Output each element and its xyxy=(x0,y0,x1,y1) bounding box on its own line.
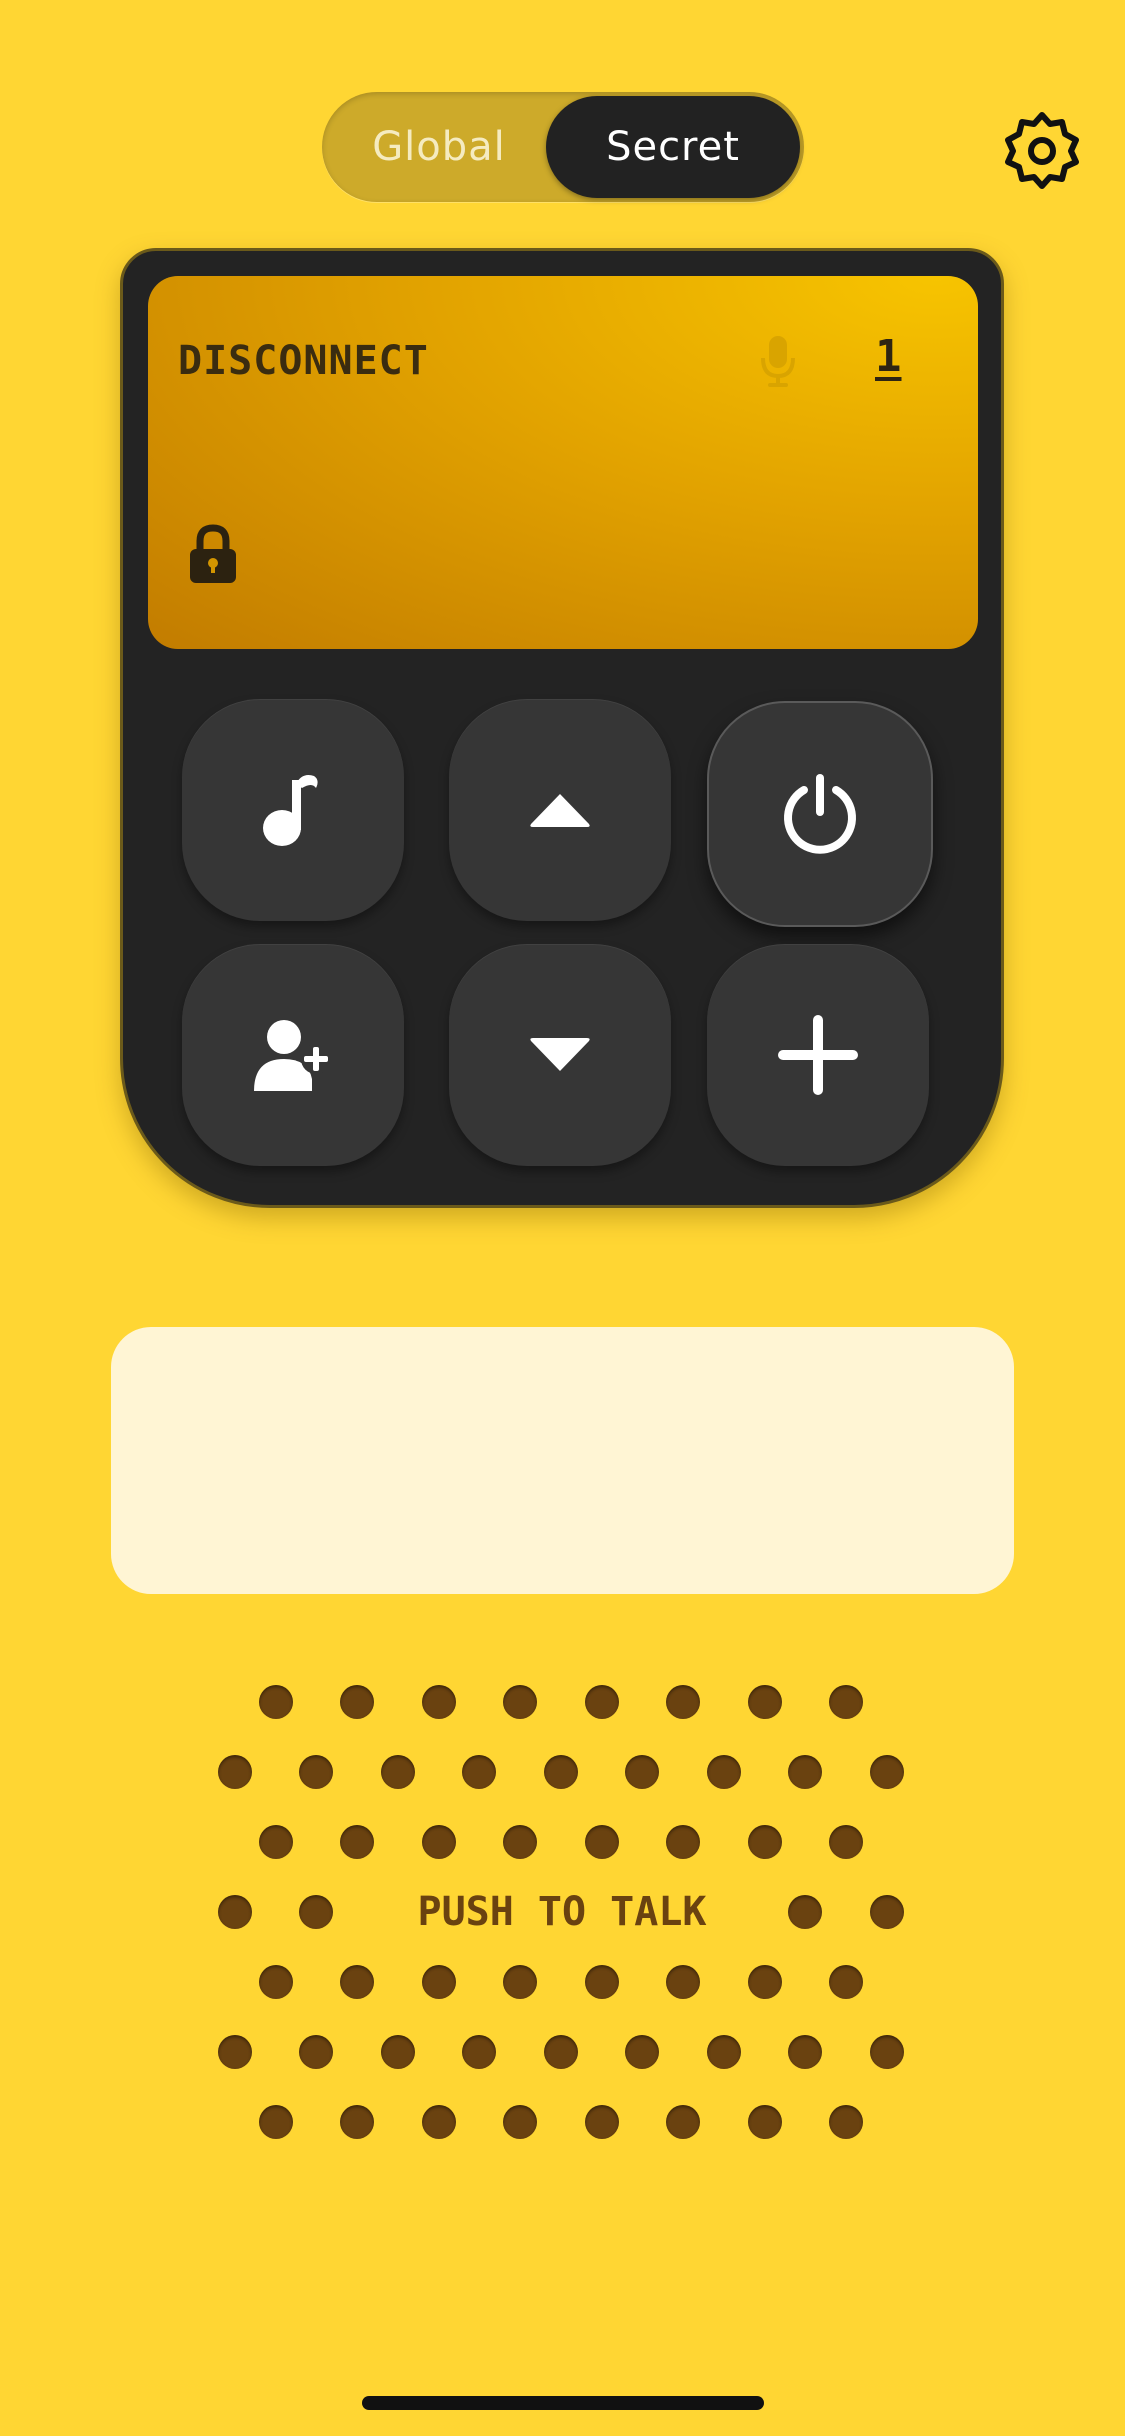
power-icon xyxy=(784,774,856,854)
mode-toggle: Global Secret xyxy=(322,92,804,202)
microphone-icon xyxy=(761,336,795,387)
speaker-hole xyxy=(748,1685,782,1719)
speaker-hole xyxy=(340,1965,374,1999)
speaker-hole xyxy=(340,1825,374,1859)
speaker-hole xyxy=(625,2035,659,2069)
speaker-hole xyxy=(422,2105,456,2139)
caret-up-icon xyxy=(530,794,590,827)
speaker-hole xyxy=(748,1965,782,1999)
speaker-hole xyxy=(422,1965,456,1999)
speaker-hole xyxy=(462,1755,496,1789)
music-button[interactable] xyxy=(182,699,404,921)
speaker-hole xyxy=(503,1685,537,1719)
channel-number: 1 xyxy=(875,331,902,382)
gear-icon xyxy=(1005,112,1079,189)
connection-status: DISCONNECT xyxy=(178,338,429,384)
speaker-hole xyxy=(381,2035,415,2069)
speaker-hole xyxy=(218,1755,252,1789)
speaker-hole xyxy=(829,2105,863,2139)
add-user-icon xyxy=(254,1020,331,1091)
speaker-hole xyxy=(748,1825,782,1859)
speaker-hole xyxy=(870,2035,904,2069)
speaker-hole xyxy=(381,1755,415,1789)
speaker-hole xyxy=(829,1685,863,1719)
message-box xyxy=(111,1327,1014,1594)
speaker-hole xyxy=(829,1965,863,1999)
speaker-hole xyxy=(666,1825,700,1859)
speaker-hole xyxy=(707,1755,741,1789)
speaker-hole xyxy=(259,1685,293,1719)
speaker-hole xyxy=(788,2035,822,2069)
settings-button[interactable] xyxy=(1003,111,1081,189)
speaker-hole xyxy=(870,1755,904,1789)
speaker-hole xyxy=(788,1895,822,1929)
channel-down-button[interactable] xyxy=(449,944,671,1166)
tab-secret[interactable]: Secret xyxy=(546,96,800,198)
speaker-hole xyxy=(544,1755,578,1789)
speaker-hole xyxy=(422,1685,456,1719)
speaker-hole xyxy=(585,2105,619,2139)
speaker-hole xyxy=(503,2105,537,2139)
speaker-hole xyxy=(340,2105,374,2139)
speaker-hole xyxy=(585,1965,619,1999)
speaker-hole xyxy=(218,1895,252,1929)
speaker-hole xyxy=(299,1895,333,1929)
speaker-hole xyxy=(503,1825,537,1859)
speaker-hole xyxy=(544,2035,578,2069)
speaker-hole xyxy=(462,2035,496,2069)
speaker-hole xyxy=(666,2105,700,2139)
speaker-hole xyxy=(585,1685,619,1719)
speaker-hole xyxy=(299,1755,333,1789)
speaker-hole xyxy=(422,1825,456,1859)
walkie-talkie-device: DISCONNECT 1 xyxy=(120,248,1004,1208)
speaker-hole xyxy=(259,1825,293,1859)
speaker-hole xyxy=(259,1965,293,1999)
speaker-hole xyxy=(218,2035,252,2069)
speaker-hole xyxy=(625,1755,659,1789)
channel-up-button[interactable] xyxy=(449,699,671,921)
speaker-hole xyxy=(870,1895,904,1929)
speaker-hole xyxy=(748,2105,782,2139)
push-to-talk-label: PUSH TO TALK xyxy=(417,1889,707,1935)
speaker-hole xyxy=(340,1685,374,1719)
speaker-hole xyxy=(666,1685,700,1719)
speaker-hole xyxy=(788,1755,822,1789)
tab-global[interactable]: Global xyxy=(326,96,552,198)
speaker-hole xyxy=(666,1965,700,1999)
speaker-hole xyxy=(707,2035,741,2069)
lock-icon xyxy=(190,524,236,583)
music-note-icon xyxy=(263,775,318,846)
speaker-hole xyxy=(259,2105,293,2139)
device-screen: DISCONNECT 1 xyxy=(148,276,978,649)
add-friend-button[interactable] xyxy=(182,944,404,1166)
power-button[interactable] xyxy=(707,701,933,927)
home-indicator xyxy=(362,2396,764,2410)
speaker-hole xyxy=(299,2035,333,2069)
speaker-hole xyxy=(585,1825,619,1859)
plus-icon xyxy=(778,1015,858,1095)
speaker-hole xyxy=(829,1825,863,1859)
speaker-hole xyxy=(503,1965,537,1999)
caret-down-icon xyxy=(530,1038,590,1071)
add-button[interactable] xyxy=(707,944,929,1166)
